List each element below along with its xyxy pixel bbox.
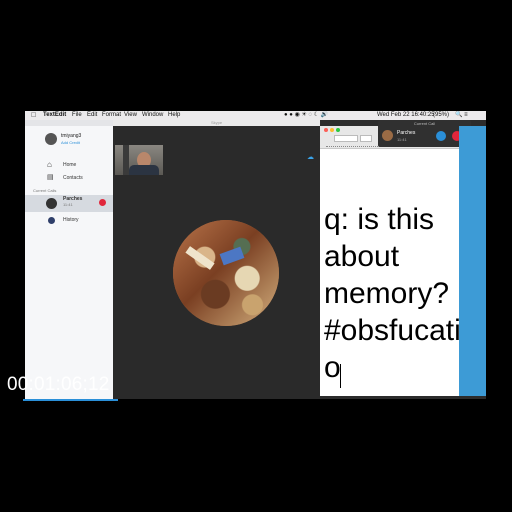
document-text[interactable]: q: is this about memory? #obsfucati o bbox=[324, 201, 478, 386]
self-video-preview[interactable] bbox=[115, 145, 163, 175]
screen-recording-frame:  TextEdit File Edit Format View Window … bbox=[25, 111, 486, 399]
skype-logo-icon: ☁ bbox=[307, 154, 314, 161]
sidebar-item-label: History bbox=[63, 217, 79, 223]
text-cursor bbox=[340, 364, 341, 388]
menu-format[interactable]: Format bbox=[102, 111, 121, 120]
close-window-icon[interactable] bbox=[324, 128, 328, 132]
menu-window[interactable]: Window bbox=[142, 111, 163, 120]
current-call-widget[interactable]: Current Call Parches 11:41 bbox=[378, 120, 471, 147]
menu-help[interactable]: Help bbox=[168, 111, 180, 120]
skype-sidebar: tmiyang3 Add Credit ⌂ Home ▤ Contacts Cu… bbox=[25, 120, 114, 399]
window-title: Skype bbox=[113, 120, 320, 126]
battery-label: (95%) bbox=[433, 112, 450, 118]
sidebar-item-label: Home bbox=[63, 162, 77, 168]
sidebar-item-history[interactable]: History bbox=[25, 213, 113, 227]
menu-app-name[interactable]: TextEdit bbox=[43, 111, 66, 120]
sidebar-item-contacts[interactable]: ▤ Contacts bbox=[25, 171, 113, 185]
sidebar-item-label: Contacts bbox=[63, 175, 83, 181]
widget-avatar bbox=[382, 130, 393, 141]
remote-avatar bbox=[173, 220, 279, 326]
menu-clock[interactable]: Wed Feb 22 16:40:25 bbox=[377, 111, 435, 120]
zoom-window-icon[interactable] bbox=[336, 128, 340, 132]
widget-caller-name: Parches bbox=[397, 130, 416, 136]
avatar[interactable] bbox=[45, 133, 57, 145]
textedit-window: q: is this about memory? #obsfucati o bbox=[320, 126, 480, 396]
end-call-icon[interactable] bbox=[99, 199, 106, 206]
clock-icon bbox=[48, 217, 55, 224]
widget-title: Current Call bbox=[413, 121, 436, 126]
menu-edit[interactable]: Edit bbox=[87, 111, 97, 120]
desktop-background bbox=[459, 126, 486, 396]
contacts-icon: ▤ bbox=[47, 174, 54, 181]
video-timecode: 00:01:06;12 bbox=[7, 374, 110, 395]
widget-call-time: 11:41 bbox=[397, 137, 407, 142]
menu-view[interactable]: View bbox=[124, 111, 137, 120]
info-icon[interactable] bbox=[436, 131, 446, 141]
user-name[interactable]: tmiyang3 bbox=[61, 133, 81, 139]
call-avatar bbox=[46, 198, 57, 209]
sidebar-item-home[interactable]: ⌂ Home bbox=[25, 158, 113, 172]
skype-titlebar bbox=[25, 120, 113, 126]
skype-call-view: Skype ☁ bbox=[113, 120, 320, 399]
apple-menu-icon[interactable]:  bbox=[31, 111, 36, 120]
sidebar-item-current-call[interactable]: Parches 11:41 bbox=[25, 195, 113, 212]
add-credit-link[interactable]: Add Credit bbox=[61, 140, 80, 145]
section-label: Current Calls bbox=[33, 188, 57, 193]
playback-progress bbox=[23, 399, 118, 401]
mac-menubar:  TextEdit File Edit Format View Window … bbox=[25, 111, 486, 120]
call-time: 11:41 bbox=[63, 202, 73, 207]
home-icon: ⌂ bbox=[47, 160, 52, 169]
menu-file[interactable]: File bbox=[72, 111, 82, 120]
font-select[interactable] bbox=[334, 135, 358, 142]
menu-extras-icon[interactable]: 🔍 ≡ bbox=[455, 111, 468, 120]
minimize-window-icon[interactable] bbox=[330, 128, 334, 132]
style-select[interactable] bbox=[360, 135, 372, 142]
status-icons: ● ● ◉ ☀ ◌ ☾ 🔊 bbox=[284, 112, 329, 118]
